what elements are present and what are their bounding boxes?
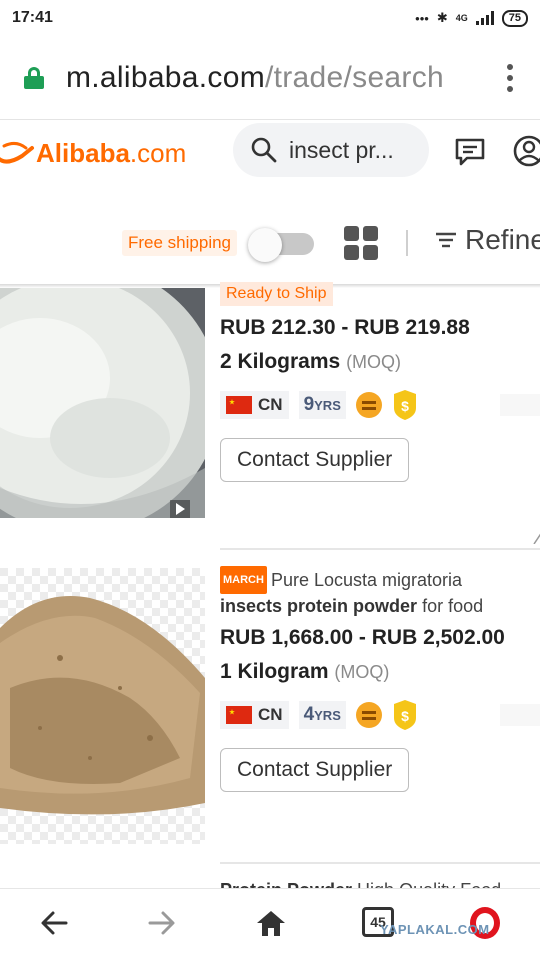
- bluetooth-icon: ✱: [436, 10, 448, 25]
- kebab-menu-icon[interactable]: [480, 63, 540, 92]
- moq-quantity: 2 Kilograms: [220, 350, 341, 373]
- trade-assurance-icon: $: [393, 390, 416, 420]
- status-time: 17:41: [12, 9, 53, 26]
- years-badge: 4 YRS: [298, 701, 346, 729]
- free-shipping-label: Free shipping: [122, 230, 238, 256]
- browser-bottom-nav: 45 YAPLAKAL.COM: [0, 888, 540, 960]
- contact-supplier-button[interactable]: Contact Supplier: [220, 748, 410, 792]
- ready-to-ship-tag: Ready to Ship: [220, 282, 333, 306]
- contact-supplier-button[interactable]: Contact Supplier: [220, 438, 410, 482]
- country-badge: CN: [220, 391, 289, 419]
- url-path: /trade/search: [265, 60, 444, 94]
- filter-divider: [406, 230, 408, 256]
- message-icon[interactable]: [455, 138, 485, 166]
- title-keyword: Protein Powder: [220, 880, 352, 888]
- product-moq: 1 Kilogram (MOQ): [220, 660, 540, 684]
- china-flag-icon: [226, 396, 252, 414]
- title-keyword: insects protein powder: [220, 596, 418, 616]
- years-number: 4: [303, 704, 315, 725]
- url-host: m.alibaba.com: [66, 60, 265, 94]
- logo-suffix: .com: [129, 137, 187, 168]
- status-icons: ••• ✱ 4G 75: [415, 9, 528, 27]
- battery-icon: 75: [501, 9, 528, 27]
- svg-text:$: $: [401, 708, 409, 724]
- product-price: RUB 1,668.00 - RUB 2,502.00: [220, 626, 505, 649]
- moq-tag: (MOQ): [346, 352, 402, 372]
- grid-view-icon[interactable]: [344, 226, 378, 260]
- product-moq: 2 Kilograms (MOQ): [220, 350, 540, 374]
- lock-icon: [24, 66, 44, 89]
- search-icon: [251, 137, 277, 163]
- home-icon[interactable]: [256, 909, 286, 937]
- product-separator: [220, 862, 540, 864]
- user-icon[interactable]: [512, 134, 540, 168]
- product-image[interactable]: [0, 568, 205, 844]
- extra-badge: [500, 704, 540, 726]
- china-flag-icon: [226, 706, 252, 724]
- signal-icon: [475, 11, 494, 25]
- product-card[interactable]: MARCH Pure Locusta migratoria insects pro…: [0, 560, 540, 860]
- moq-quantity: 1 Kilogram: [220, 660, 329, 683]
- promo-badge: MARCH: [220, 566, 267, 594]
- dots-icon: •••: [415, 10, 429, 26]
- title-part-1: Pure Locusta migratoria: [270, 570, 463, 590]
- site-header: Alibaba .com insect pr...: [0, 120, 540, 186]
- status-bar: 17:41 ••• ✱ 4G 75: [0, 0, 540, 36]
- filter-bar: Free shipping Refine: [0, 210, 540, 274]
- years-unit: YRS: [314, 398, 341, 413]
- gold-supplier-icon: [355, 392, 382, 418]
- forward-arrow-icon[interactable]: [148, 909, 176, 937]
- gold-supplier-icon: [355, 702, 382, 728]
- network-type: 4G: [455, 13, 468, 23]
- product-image[interactable]: [0, 288, 205, 518]
- refine-button[interactable]: Refine: [435, 224, 540, 256]
- alibaba-smile-icon: [0, 138, 36, 168]
- search-value: insect pr...: [289, 136, 394, 163]
- product-separator: [220, 548, 540, 550]
- country-code: CN: [258, 705, 283, 724]
- search-input[interactable]: insect pr...: [233, 123, 429, 177]
- years-number: 9: [303, 394, 315, 415]
- product-price: RUB 212.30 - RUB 219.88: [220, 316, 470, 339]
- corner-fold-icon: [533, 533, 540, 544]
- refine-label: Refine: [465, 224, 540, 255]
- years-unit: YRS: [314, 708, 341, 723]
- play-icon[interactable]: [170, 500, 190, 518]
- title-part: High Quality Food: [357, 880, 501, 888]
- browser-address-bar[interactable]: m.alibaba.com/trade/search: [0, 36, 540, 120]
- url-text[interactable]: m.alibaba.com/trade/search: [66, 61, 476, 95]
- filter-lines-icon: [436, 232, 456, 248]
- supplier-badges: CN 4 YRS $: [220, 700, 540, 730]
- extra-badge: [500, 394, 540, 416]
- svg-text:$: $: [401, 398, 409, 414]
- product-card[interactable]: Ready to Ship RUB 212.30 - RUB 219.88 2 …: [0, 282, 540, 550]
- country-badge: CN: [220, 701, 289, 729]
- free-shipping-toggle[interactable]: [248, 228, 314, 262]
- moq-tag: (MOQ): [334, 662, 390, 682]
- watermark-text: YAPLAKAL.COM: [380, 922, 490, 937]
- years-badge: 9 YRS: [298, 391, 346, 419]
- country-code: CN: [258, 395, 283, 414]
- trade-assurance-icon: $: [393, 700, 416, 730]
- supplier-badges: CN 9 YRS $: [220, 390, 540, 420]
- alibaba-logo[interactable]: Alibaba .com: [0, 138, 186, 169]
- title-part-2: for food: [422, 596, 484, 616]
- product-card[interactable]: Protein Powder High Quality Food: [0, 876, 540, 888]
- back-arrow-icon[interactable]: [40, 909, 68, 937]
- product-title[interactable]: MARCH Pure Locusta migratoria insects pro…: [220, 566, 540, 618]
- product-title[interactable]: Protein Powder High Quality Food: [220, 878, 540, 888]
- logo-text: Alibaba: [36, 137, 130, 168]
